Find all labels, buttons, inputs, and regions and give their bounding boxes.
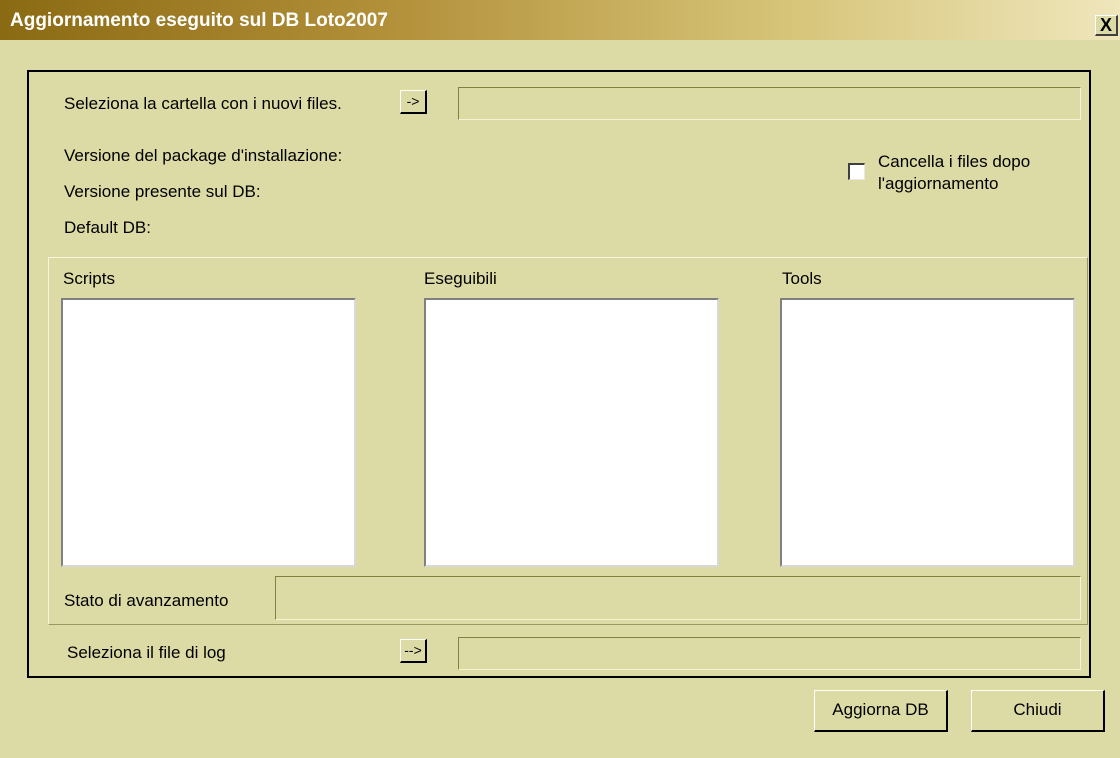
- log-path-field[interactable]: [458, 637, 1081, 670]
- close-icon[interactable]: X: [1095, 15, 1118, 36]
- tools-list[interactable]: [780, 298, 1075, 567]
- delete-files-label: Cancella i files dopo l'aggiornamento: [878, 151, 1030, 195]
- folder-path-field[interactable]: [458, 87, 1081, 120]
- progress-label: Stato di avanzamento: [64, 591, 229, 610]
- title-bar[interactable]: Aggiornamento eseguito sul DB Loto2007 X: [0, 0, 1120, 40]
- db-version-label: Versione presente sul DB:: [64, 182, 261, 201]
- delete-files-label-line2: l'aggiornamento: [878, 174, 999, 193]
- folder-label: Seleziona la cartella con i nuovi files.: [64, 94, 342, 113]
- window-title: Aggiornamento eseguito sul DB Loto2007: [10, 10, 388, 31]
- executables-label: Eseguibili: [424, 269, 497, 288]
- folder-browse-button[interactable]: ->: [400, 90, 427, 114]
- scripts-label: Scripts: [63, 269, 115, 288]
- default-db-label: Default DB:: [64, 218, 151, 237]
- executables-list[interactable]: [424, 298, 719, 567]
- update-db-button[interactable]: Aggiorna DB: [814, 690, 948, 732]
- delete-files-label-line1: Cancella i files dopo: [878, 152, 1031, 171]
- scripts-list[interactable]: [61, 298, 356, 567]
- package-version-label: Versione del package d'installazione:: [64, 146, 343, 165]
- tools-label: Tools: [782, 269, 822, 288]
- log-browse-button[interactable]: -->: [400, 639, 427, 663]
- progress-field: [275, 576, 1081, 620]
- close-button[interactable]: Chiudi: [971, 690, 1105, 732]
- delete-files-checkbox[interactable]: [848, 163, 865, 180]
- log-label: Seleziona il file di log: [67, 643, 226, 662]
